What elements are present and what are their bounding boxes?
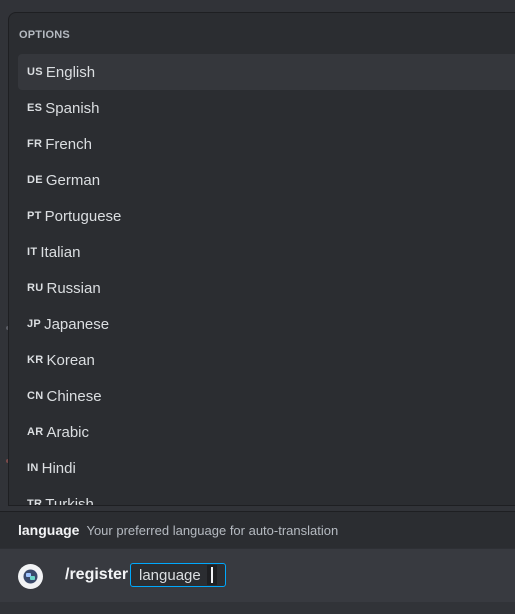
option-portuguese[interactable]: PT Portuguese — [18, 198, 515, 234]
command-name: /register — [65, 566, 129, 583]
bot-app-icon[interactable] — [18, 564, 43, 589]
option-label: Spanish — [45, 99, 100, 117]
option-label: Portuguese — [44, 207, 122, 225]
option-spanish[interactable]: ES Spanish — [18, 90, 515, 126]
option-french[interactable]: FR French — [18, 126, 515, 162]
flag-icon: CN — [27, 390, 44, 402]
flag-icon: PT — [27, 210, 42, 222]
command-input-row[interactable]: /register language — [0, 548, 515, 602]
flag-icon: FR — [27, 138, 43, 150]
hint-option-description: Your preferred language for auto-transla… — [86, 522, 339, 538]
option-english[interactable]: US English — [18, 54, 515, 90]
flag-icon: IT — [27, 246, 38, 258]
option-label: Arabic — [46, 423, 90, 441]
option-label: French — [45, 135, 92, 153]
option-label: Japanese — [44, 315, 110, 333]
flag-icon: US — [27, 66, 43, 78]
flag-icon: RU — [27, 282, 44, 294]
parameter-value-input[interactable] — [206, 565, 217, 585]
option-arabic[interactable]: AR Arabic — [18, 414, 515, 450]
flag-icon: DE — [27, 174, 43, 186]
flag-icon: IN — [27, 462, 39, 474]
flag-icon: KR — [27, 354, 44, 366]
option-japanese[interactable]: JP Japanese — [18, 306, 515, 342]
parameter-chip[interactable]: language — [130, 563, 226, 587]
option-hindi[interactable]: IN Hindi — [18, 450, 515, 486]
option-label: German — [45, 171, 101, 189]
hint-option-name: language — [18, 522, 80, 538]
flag-icon: AR — [27, 426, 44, 438]
option-hint-bar: language Your preferred language for aut… — [0, 511, 515, 548]
option-turkish[interactable]: TR Turkish — [18, 486, 515, 506]
option-label: Chinese — [46, 387, 102, 405]
option-label: Hindi — [41, 459, 76, 477]
option-italian[interactable]: IT Italian — [18, 234, 515, 270]
option-german[interactable]: DE German — [18, 162, 515, 198]
option-label: Turkish — [45, 495, 94, 506]
options-popout: OPTIONS US English ES Spanish FR French DE Germ… — [8, 12, 515, 506]
flag-icon: JP — [27, 318, 42, 330]
option-korean[interactable]: KR Korean — [18, 342, 515, 378]
text-caret — [210, 567, 213, 583]
option-label: Korean — [46, 351, 95, 369]
option-chinese[interactable]: CN Chinese — [18, 378, 515, 414]
option-label: Italian — [40, 243, 81, 261]
option-russian[interactable]: RU Russian — [18, 270, 515, 306]
discord-command-screen: OPTIONS US English ES Spanish FR French DE Germ… — [0, 0, 515, 614]
options-list: US English ES Spanish FR French DE German PT Port… — [18, 54, 515, 506]
option-label: Russian — [46, 279, 101, 297]
options-header: OPTIONS — [19, 29, 70, 41]
flag-icon: TR — [27, 498, 43, 506]
option-label: English — [45, 63, 96, 81]
flag-icon: ES — [27, 102, 43, 114]
parameter-name: language — [139, 566, 201, 584]
